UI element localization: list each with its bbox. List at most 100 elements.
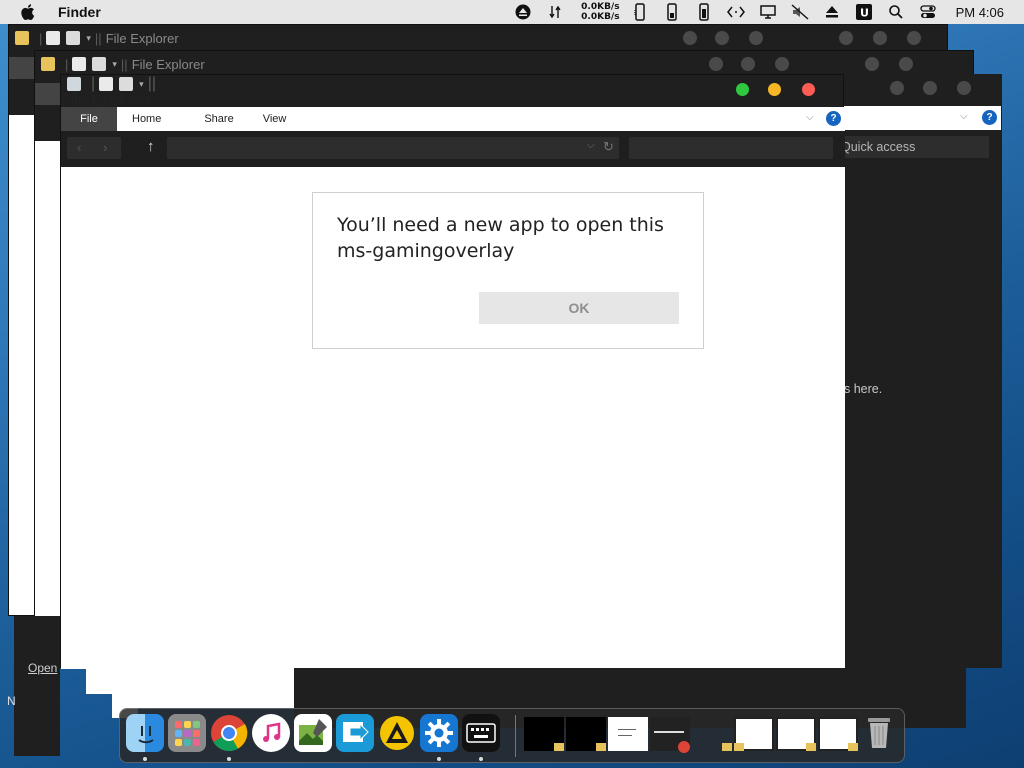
app-name[interactable]: Finder [58,4,101,20]
back-arrow-icon[interactable]: ‹ [77,140,81,155]
new-folder-icon[interactable] [92,57,107,71]
remote-desktop-icon[interactable] [336,714,374,752]
help-icon[interactable]: ? [826,111,841,126]
explorer-thumb-6[interactable] [818,717,858,751]
forward-arrow-icon[interactable]: › [103,140,107,155]
inactive-minimize-icon[interactable] [741,57,755,71]
file-tab-fragment[interactable] [9,57,37,79]
window-control-icon[interactable] [957,81,971,95]
refresh-icon[interactable]: ↻ [603,139,614,155]
inactive-close-icon[interactable] [709,57,723,71]
address-field[interactable]: ⌵ ↻ [167,137,619,159]
inactive-zoom-icon[interactable] [749,31,763,45]
explorer-thumb-2[interactable] [566,717,606,751]
document-thumb[interactable] [608,717,648,751]
navigation-bar: ‹ › ↑ ⌵ ↻ [61,131,845,167]
inactive-zoom-icon[interactable] [775,57,789,71]
back-window-right-pane: ⌵ ? Quick access s here. [839,74,1002,668]
chevron-down-icon[interactable]: ▾ [86,33,91,44]
back-forward-buttons: ‹ › [67,137,121,159]
properties-icon[interactable] [99,77,114,91]
inactive-minimize-icon[interactable] [715,31,729,45]
phone-icon[interactable]: S [631,3,649,21]
quick-access-toolbar: | ▾ || [15,31,106,46]
apple-icon[interactable] [21,4,39,20]
chevron-down-icon[interactable]: ⌵ [960,111,968,122]
running-indicator [227,757,231,761]
explorer-window-front[interactable]: | ▾ || File Explorer File Home Share Vie… [60,74,845,669]
search-field[interactable] [629,137,833,159]
window-control-icon[interactable] [890,81,904,95]
window-control-icon[interactable] [899,57,913,71]
code-icon[interactable] [726,4,745,20]
phone-icon[interactable] [663,3,681,21]
eject-icon[interactable] [823,4,841,20]
chrome-icon[interactable] [210,714,248,752]
zoom-button[interactable] [736,83,749,96]
quick-access-toolbar: | ▾ || [41,57,132,72]
chrome-thumb[interactable] [650,717,690,753]
search-icon[interactable] [887,4,905,20]
network-arrows-icon[interactable] [546,4,564,20]
window-control-icon[interactable] [873,31,887,45]
ok-button[interactable]: OK [479,292,679,324]
music-icon[interactable] [252,714,290,752]
eject-icon[interactable] [514,4,532,20]
finder-icon[interactable] [126,714,164,752]
network-speed[interactable]: 0.0KB/s 0.0KB/s [581,2,619,22]
window-titlebar[interactable]: | ▾ || File Explorer [61,75,843,111]
back-window-bottom [14,616,60,756]
display-icon[interactable] [759,4,777,20]
launchpad-icon[interactable] [168,714,206,752]
window-titlebar[interactable]: | ▾ || File Explorer [9,25,947,51]
settings-icon[interactable] [420,714,458,752]
image-editor-icon[interactable] [294,714,332,752]
mute-icon[interactable] [791,4,809,20]
tab-view[interactable]: View [249,107,302,131]
minimize-button[interactable] [768,83,781,96]
quick-access-toolbar: | ▾ || [67,75,843,93]
properties-icon[interactable] [72,57,87,71]
new-folder-icon[interactable] [66,31,81,45]
up-arrow-icon[interactable]: ↑ [147,138,155,155]
open-with-dialog: You’ll need a new app to open this ms-ga… [312,192,704,349]
running-indicator [143,757,147,761]
new-folder-icon[interactable] [119,77,134,91]
explorer-thumb-1[interactable] [524,717,564,751]
explorer-thumb-3[interactable] [692,717,732,751]
tab-file[interactable]: File [61,107,117,131]
tab-home[interactable]: Home [117,107,176,131]
folder-icon [41,57,55,71]
app-a-icon[interactable] [378,714,416,752]
window-title: File Explorer [131,56,205,72]
chevron-down-icon[interactable]: ▾ [139,79,144,90]
phone-icon[interactable] [695,3,713,21]
window-control-icon[interactable] [923,81,937,95]
help-icon[interactable]: ? [982,110,997,125]
status-label: N [7,694,16,708]
explorer-thumb-4[interactable] [734,717,774,751]
keyboard-icon[interactable] [462,714,500,752]
chevron-down-icon[interactable]: ⌵ [587,140,595,151]
empty-folder-hint: s here. [844,382,883,396]
window-control-icon[interactable] [839,31,853,45]
ribbon-fragment: ⌵ ? [843,106,1001,130]
window-control-icon[interactable] [907,31,921,45]
tab-share[interactable]: Share [176,107,248,131]
clock[interactable]: PM 4:06 [956,5,1004,20]
explorer-thumb-5[interactable] [776,717,816,751]
file-tab-fragment[interactable] [35,83,61,105]
chevron-down-icon[interactable]: ⌵ [806,112,814,123]
control-center-icon[interactable] [919,4,937,20]
svg-text:U: U [860,7,869,20]
open-link[interactable]: Open [28,661,57,675]
trash-icon[interactable] [860,714,898,752]
close-button[interactable] [802,83,815,96]
window-icon [67,77,81,91]
inactive-close-icon[interactable] [683,31,697,45]
quick-access-label[interactable]: Quick access [839,136,989,158]
properties-icon[interactable] [46,31,61,45]
window-control-icon[interactable] [865,57,879,71]
u-app-icon[interactable]: U [855,4,873,20]
chevron-down-icon[interactable]: ▾ [112,59,117,70]
